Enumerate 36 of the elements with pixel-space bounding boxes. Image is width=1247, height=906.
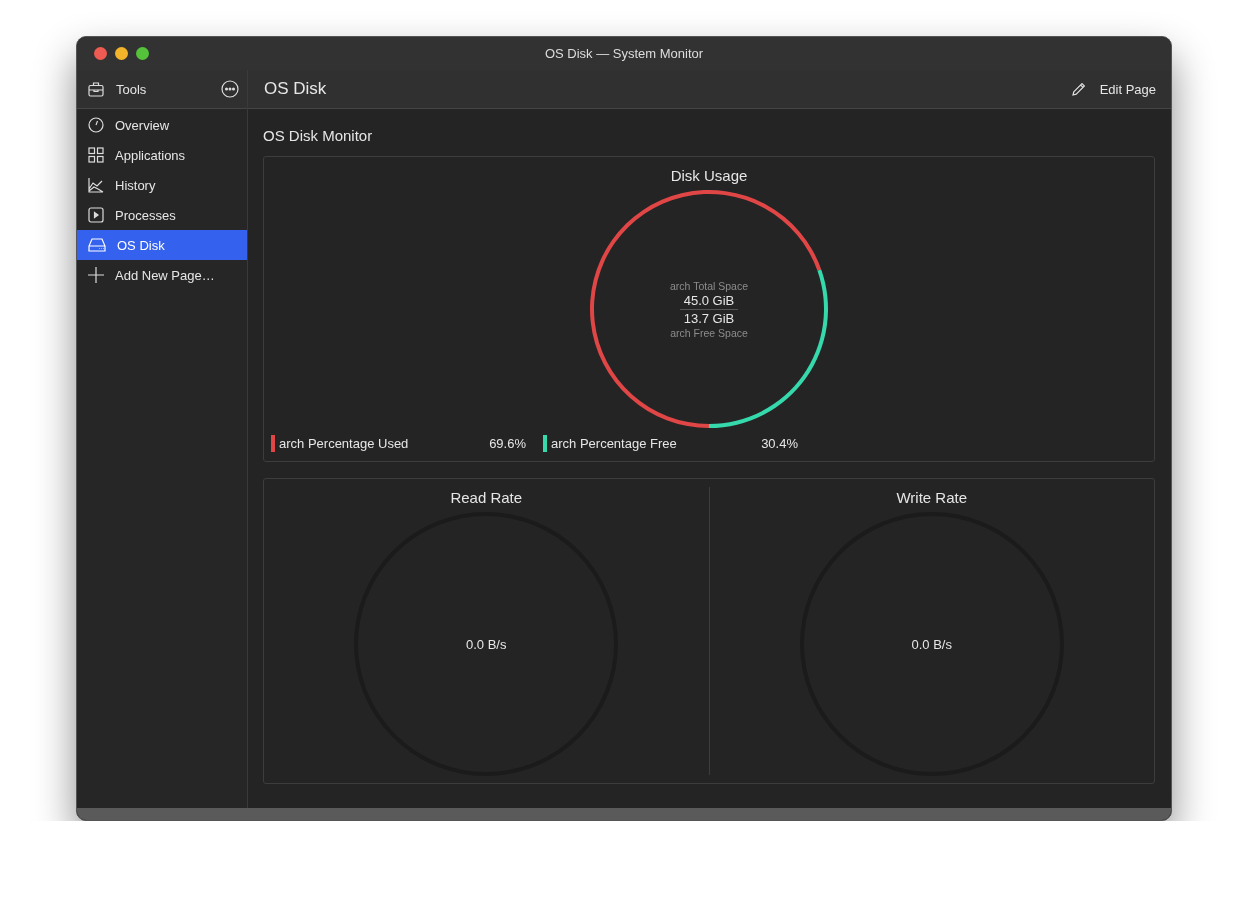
sidebar-title: Tools (116, 81, 148, 97)
grid-icon (88, 147, 104, 163)
gauge-icon (88, 117, 104, 133)
page-title: OS Disk Monitor (263, 127, 374, 144)
pencil-icon (1071, 82, 1086, 96)
sidebar-item[interactable]: Add New Page… (77, 260, 247, 290)
legend-value: 30.4% (761, 436, 798, 451)
sidebar-item[interactable]: Applications (77, 140, 247, 170)
minimize-button[interactable] (115, 47, 128, 60)
more-icon[interactable] (221, 80, 239, 98)
chart-icon (88, 177, 104, 193)
rate-reading: 0.0 B/s (911, 636, 952, 652)
window-title: OS Disk — System Monitor (544, 46, 704, 61)
legend-label: arch Percentage Free (551, 436, 678, 451)
legend-value: 69.6% (489, 436, 526, 451)
play-box-icon (88, 207, 104, 223)
free-space-value: 13.7 GiB (682, 309, 736, 327)
total-space-label: arch Total Space (670, 279, 748, 292)
sidebar-item[interactable]: OS Disk (77, 230, 247, 260)
close-button[interactable] (94, 47, 107, 60)
zoom-button[interactable] (136, 47, 149, 60)
legend-label: arch Percentage Used (279, 436, 410, 451)
sidebar-item[interactable]: History (77, 170, 247, 200)
panel-title: Read Rate (450, 489, 523, 506)
plus-icon (88, 267, 104, 283)
toolbox-icon (88, 81, 104, 97)
edit-page-button[interactable]: Edit Page (1071, 81, 1156, 97)
page-header-title: OS Disk (264, 79, 328, 99)
rate-reading: 0.0 B/s (466, 636, 507, 652)
free-space-label: arch Free Space (670, 326, 748, 339)
drive-icon (88, 238, 106, 252)
sidebar-item[interactable]: Overview (77, 110, 247, 140)
panel-title: Write Rate (896, 489, 968, 506)
sidebar-item[interactable]: Processes (77, 200, 247, 230)
total-space-value: 45.0 GiB (679, 291, 739, 310)
panel-title: Disk Usage (670, 167, 748, 184)
